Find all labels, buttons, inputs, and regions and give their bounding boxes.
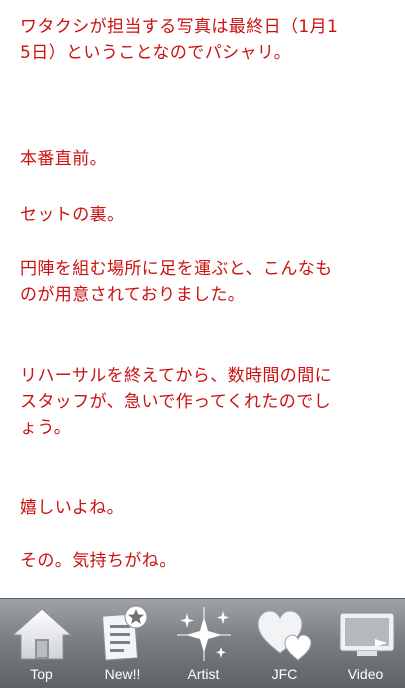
paragraph-huddle: 円陣を組む場所に足を運ぶと、こんなも のが用意されておりました。: [20, 259, 333, 305]
tab-artist[interactable]: Artist: [163, 599, 244, 688]
bottom-tab-bar: Top New!! Artist JFC Video: [0, 598, 405, 688]
tab-top[interactable]: Top: [1, 599, 82, 688]
paragraph-intro: ワタクシが担当する写真は最終日（1月1 5日）ということなのでパシャリ。: [20, 17, 339, 63]
tab-video[interactable]: Video: [325, 599, 405, 688]
blog-page: ワタクシが担当する写真は最終日（1月1 5日）ということなのでパシャリ。 本番直…: [0, 0, 405, 688]
tab-new-label: New!!: [104, 666, 141, 682]
paragraph-happy: 嬉しいよね。: [20, 498, 125, 518]
home-icon: [11, 608, 73, 660]
tab-jfc[interactable]: JFC: [244, 599, 325, 688]
sparkle-icon: [177, 607, 231, 661]
paragraph-feelings: その。気持ちがね。: [20, 551, 177, 571]
tab-top-label: Top: [30, 666, 53, 682]
tab-video-label: Video: [347, 666, 384, 682]
blog-post-body: ワタクシが担当する写真は最終日（1月1 5日）ということなのでパシャリ。 本番直…: [0, 0, 405, 598]
tab-new[interactable]: New!!: [82, 599, 163, 688]
hearts-icon: [257, 610, 312, 661]
paragraph-backstage: セットの裏。: [20, 205, 125, 225]
new-post-icon: [101, 605, 148, 661]
paragraph-before-show: 本番直前。: [20, 149, 107, 169]
tab-jfc-label: JFC: [271, 666, 298, 682]
video-screen-icon: [339, 612, 395, 656]
paragraph-staff: リハーサルを終えてから、数時間の間に スタッフが、急いで作ってくれたのでし ょう…: [20, 366, 333, 438]
tab-artist-label: Artist: [187, 666, 220, 682]
